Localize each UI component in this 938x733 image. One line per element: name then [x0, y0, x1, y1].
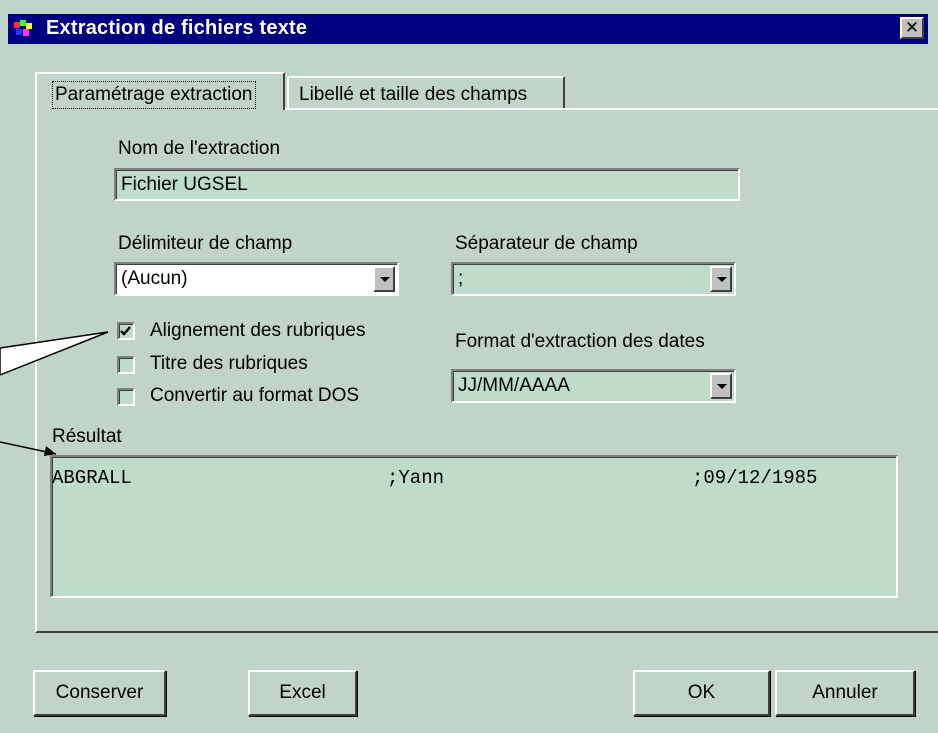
extraction-name-value: Fichier UGSEL	[121, 174, 248, 195]
tab-parametrage-extraction[interactable]: Paramétrage extraction	[35, 72, 285, 110]
window-title: Extraction de fichiers texte	[46, 17, 308, 39]
delimiter-label: Délimiteur de champ	[118, 233, 293, 254]
result-cell-firstname: ;Yann	[387, 467, 445, 489]
delimiter-value: (Aucun)	[121, 268, 188, 289]
result-cell-name: ABGRALL	[52, 467, 132, 489]
chevron-down-icon[interactable]	[710, 373, 732, 399]
separator-label: Séparateur de champ	[455, 233, 638, 254]
close-button[interactable]: ✕	[900, 17, 924, 39]
extraction-name-input[interactable]: Fichier UGSEL	[114, 168, 740, 201]
name-label: Nom de l'extraction	[118, 138, 281, 159]
dos-format-checkbox-label: Convertir au format DOS	[150, 385, 360, 406]
date-format-label: Format d'extraction des dates	[455, 331, 705, 352]
save-button[interactable]: Conserver	[33, 670, 166, 716]
chevron-down-icon[interactable]	[710, 266, 732, 292]
date-format-value: JJ/MM/AAAA	[458, 375, 570, 396]
ok-button[interactable]: OK	[633, 670, 770, 716]
tab-label: Libellé et taille des champs	[299, 84, 528, 105]
separator-value: ;	[458, 268, 464, 289]
close-icon: ✕	[904, 18, 920, 38]
chevron-down-icon[interactable]	[373, 266, 395, 292]
app-icon	[14, 20, 32, 36]
alignment-checkbox-label: Alignement des rubriques	[150, 320, 366, 341]
titles-checkbox-label: Titre des rubriques	[150, 353, 308, 374]
result-cell-date: ;09/12/1985	[692, 467, 818, 489]
excel-button[interactable]: Excel	[248, 670, 357, 716]
callout-pointer	[0, 331, 109, 456]
title-bar: Extraction de fichiers texte ✕	[8, 14, 928, 44]
tab-label: Paramétrage extraction	[52, 81, 256, 109]
separator-select[interactable]: ;	[451, 262, 736, 296]
date-format-select[interactable]: JJ/MM/AAAA	[451, 369, 736, 403]
result-preview[interactable]: ABGRALL ;Yann ;09/12/1985	[50, 455, 898, 598]
tab-libelle-taille-champs[interactable]: Libellé et taille des champs	[287, 76, 565, 109]
cancel-button[interactable]: Annuler	[775, 670, 915, 716]
delimiter-select[interactable]: (Aucun)	[114, 262, 399, 296]
